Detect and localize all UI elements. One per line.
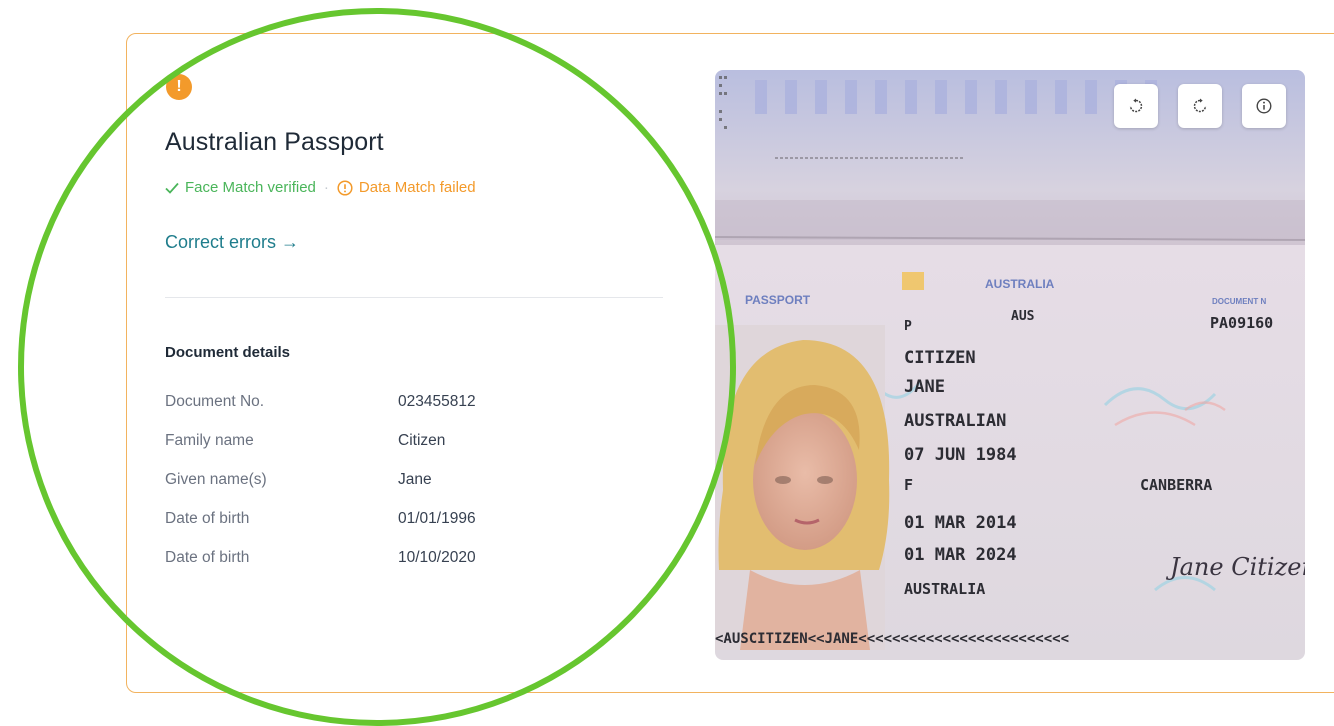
passport-expiry-date: 01 MAR 2024: [904, 545, 1017, 565]
verification-status: Face Match verified · Data Match failed: [165, 179, 476, 196]
detail-row: Given name(s) Jane: [165, 471, 476, 510]
passport-type: P: [904, 319, 912, 334]
section-divider: [165, 297, 663, 298]
passport-image: AUSTRALIA PASSPORT DOCUMENT N P AUS PA09…: [715, 70, 1305, 660]
rotate-right-button[interactable]: [1178, 84, 1222, 128]
detail-value: 023455812: [398, 393, 476, 410]
passport-authority: AUSTRALIA: [904, 580, 985, 598]
detail-label: Document No.: [165, 393, 265, 410]
passport-dob: 07 JUN 1984: [904, 445, 1017, 465]
passport-label: PASSPORT: [745, 293, 811, 307]
passport-signature: Jane Citizen: [1165, 553, 1305, 581]
detail-value: 01/01/1996: [398, 510, 476, 527]
passport-given-names: JANE: [904, 377, 945, 397]
detail-row: Document No. 023455812: [165, 393, 476, 432]
document-details-heading: Document details: [165, 344, 291, 361]
document-title: Australian Passport: [165, 128, 384, 156]
passport-issue-date: 01 MAR 2014: [904, 513, 1017, 533]
correct-errors-link[interactable]: Correct errors →: [165, 232, 299, 253]
rotate-left-button[interactable]: [1114, 84, 1158, 128]
detail-value: 10/10/2020: [398, 549, 476, 566]
document-details-list: Document No. 023455812 Family name Citiz…: [165, 393, 476, 588]
detail-label: Date of birth: [165, 549, 250, 566]
alert-circle-icon: [337, 179, 353, 196]
detail-label: Family name: [165, 432, 254, 449]
info-icon: [1256, 98, 1272, 114]
face-match-label: Face Match verified: [185, 179, 316, 196]
passport-nationality: AUSTRALIAN: [904, 411, 1006, 431]
status-separator: ·: [323, 179, 329, 196]
detail-value: Jane: [398, 471, 432, 488]
warning-icon: !: [166, 74, 192, 100]
info-button[interactable]: [1242, 84, 1286, 128]
detail-row: Date of birth 01/01/1996: [165, 510, 476, 549]
detail-label: Date of birth: [165, 510, 250, 527]
detail-label: Given name(s): [165, 471, 267, 488]
passport-surname: CITIZEN: [904, 348, 976, 368]
passport-country-header: AUSTRALIA: [985, 277, 1055, 291]
passport-birthplace: CANBERRA: [1140, 476, 1212, 494]
rotate-right-icon: [1193, 98, 1207, 113]
face-match-status: Face Match verified: [165, 179, 316, 196]
passport-number: PA09160: [1210, 314, 1273, 332]
detail-value: Citizen: [398, 432, 446, 449]
passport-sex: F: [904, 476, 913, 494]
passport-scan: AUSTRALIA PASSPORT DOCUMENT N P AUS PA09…: [715, 70, 1305, 660]
data-match-status: Data Match failed: [337, 179, 476, 196]
check-icon: [165, 182, 179, 194]
passport-mrz: <AUSCITIZEN<<JANE<<<<<<<<<<<<<<<<<<<<<<<…: [715, 631, 1069, 647]
rotate-left-icon: [1129, 98, 1143, 113]
document-number-label: DOCUMENT N: [1212, 297, 1266, 306]
detail-row: Family name Citizen: [165, 432, 476, 471]
data-match-label: Data Match failed: [358, 179, 476, 196]
passport-code: AUS: [1011, 309, 1035, 324]
detail-row: Date of birth 10/10/2020: [165, 549, 476, 588]
